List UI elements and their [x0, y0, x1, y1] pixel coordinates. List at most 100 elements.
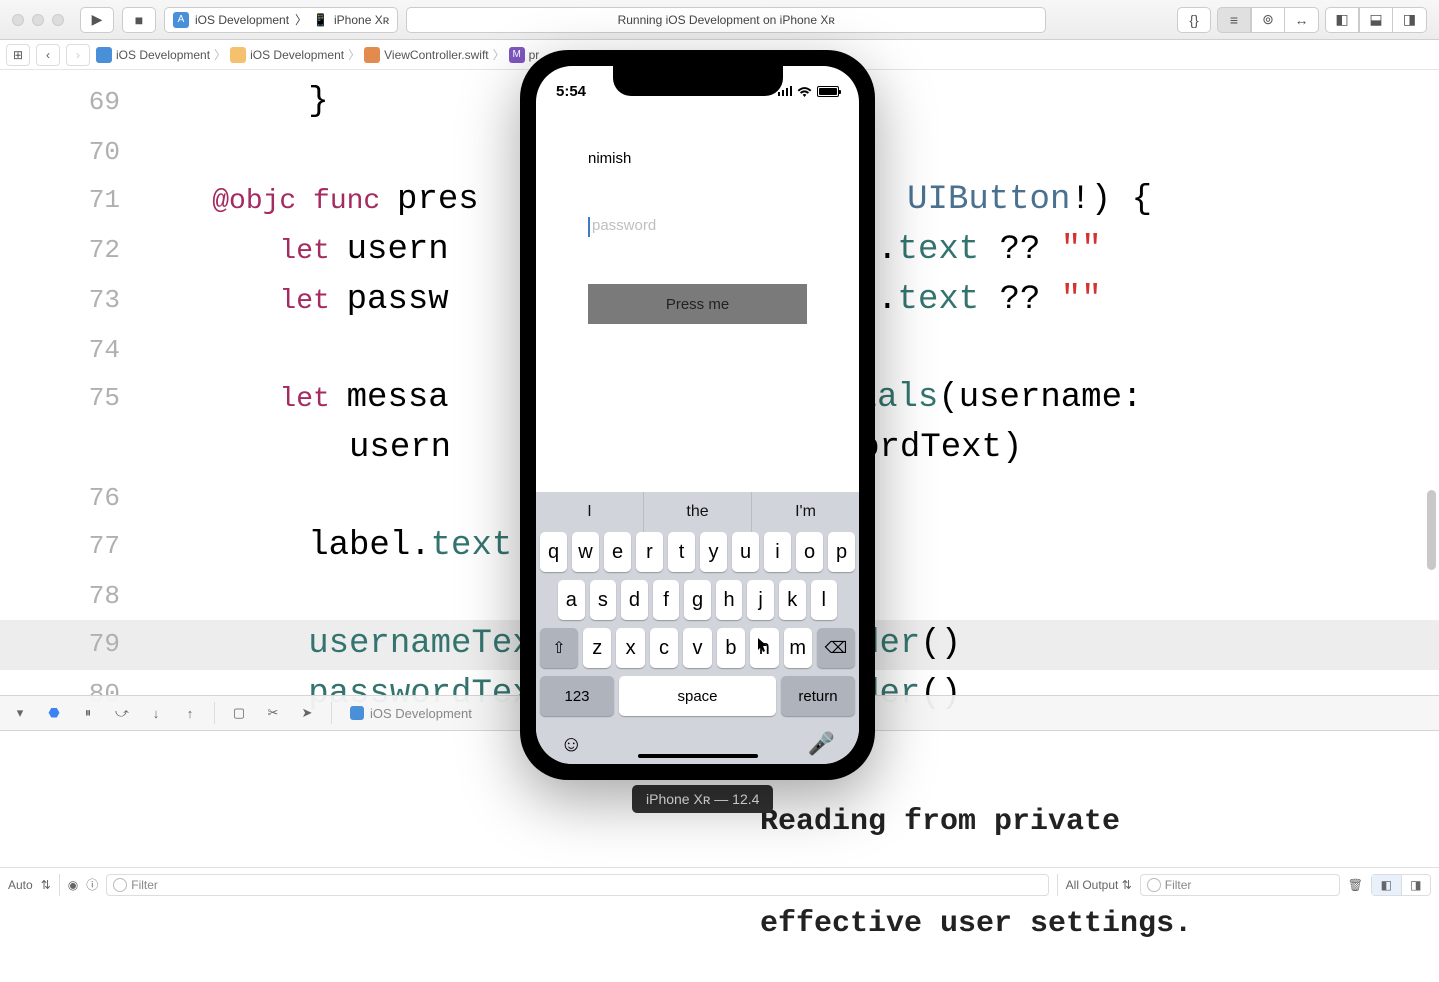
breadcrumb-symbol[interactable]: M pr [509, 47, 540, 63]
line-number: 76 [0, 474, 145, 522]
key-shift[interactable]: ⇧ [540, 628, 578, 668]
key-f[interactable]: f [653, 580, 680, 620]
key-w[interactable]: w [572, 532, 599, 572]
line-number: 75 [0, 374, 145, 424]
breadcrumb-project[interactable]: iOS Development〉 [96, 46, 226, 63]
mic-icon[interactable]: 🎤 [808, 731, 835, 757]
method-icon: M [509, 47, 525, 63]
debug-view-icon[interactable]: ▢ [229, 705, 249, 721]
clock: 5:54 [556, 83, 586, 100]
step-out-icon[interactable]: ↑ [180, 706, 200, 721]
key-u[interactable]: u [732, 532, 759, 572]
key-b[interactable]: b [717, 628, 745, 668]
debug-target[interactable]: iOS Development [350, 706, 472, 721]
key-space[interactable]: space [619, 676, 776, 716]
run-button[interactable]: ▶ [80, 7, 114, 33]
location-icon[interactable]: ➤ [297, 705, 317, 721]
key-g[interactable]: g [684, 580, 711, 620]
emoji-icon[interactable]: ☺ [560, 731, 582, 757]
forward-button[interactable]: › [66, 44, 90, 66]
close-icon[interactable] [12, 14, 24, 26]
key-h[interactable]: h [716, 580, 743, 620]
breadcrumb-folder[interactable]: iOS Development〉 [230, 46, 360, 63]
related-items-button[interactable]: ⊞ [6, 44, 30, 66]
simulator-screen[interactable]: 5:54 nimish password Press me I the I'm [536, 66, 859, 764]
stop-button[interactable]: ■ [122, 7, 156, 33]
hide-debug-icon[interactable]: ▾ [10, 705, 30, 721]
key-d[interactable]: d [621, 580, 648, 620]
key-t[interactable]: t [668, 532, 695, 572]
editor-mode-segment: ≡ ⊚ ↔ [1217, 7, 1319, 33]
wifi-icon [797, 86, 812, 97]
version-editor-button[interactable]: ↔ [1285, 7, 1319, 33]
step-in-icon[interactable]: ↓ [146, 706, 166, 721]
password-field[interactable]: password [588, 217, 807, 234]
library-button[interactable]: {} [1177, 7, 1211, 33]
key-i[interactable]: i [764, 532, 791, 572]
key-123[interactable]: 123 [540, 676, 614, 716]
line-number: 69 [0, 78, 145, 128]
scheme-app-label: iOS Development [195, 13, 289, 27]
auto-label[interactable]: Auto [8, 878, 33, 892]
key-s[interactable]: s [590, 580, 617, 620]
console-filter[interactable]: Filter [1140, 874, 1340, 896]
key-o[interactable]: o [796, 532, 823, 572]
minimize-icon[interactable] [32, 14, 44, 26]
window-controls [12, 14, 64, 26]
left-panel-button[interactable]: ◧ [1325, 7, 1359, 33]
assistant-editor-button[interactable]: ⊚ [1251, 7, 1285, 33]
console-panel-toggle[interactable]: ◧ ◨ [1371, 874, 1431, 896]
right-half-icon[interactable]: ◨ [1402, 875, 1431, 895]
eye-icon[interactable]: ◉ [68, 878, 78, 892]
key-z[interactable]: z [583, 628, 611, 668]
mouse-cursor [758, 638, 770, 654]
step-over-icon[interactable]: ⤻ [112, 705, 132, 721]
key-x[interactable]: x [616, 628, 644, 668]
memory-icon[interactable]: ✂ [263, 705, 283, 721]
home-indicator[interactable] [638, 754, 758, 758]
key-j[interactable]: j [747, 580, 774, 620]
username-field[interactable]: nimish [588, 150, 807, 167]
key-k[interactable]: k [779, 580, 806, 620]
key-c[interactable]: c [650, 628, 678, 668]
standard-editor-button[interactable]: ≡ [1217, 7, 1251, 33]
ios-keyboard: I the I'm qwertyuiop asdfghjkl ⇧zxcvbnm⌫… [536, 492, 859, 764]
trash-icon[interactable]: 🗑 [1348, 878, 1363, 892]
key-q[interactable]: q [540, 532, 567, 572]
key-return[interactable]: return [781, 676, 855, 716]
line-number: 72 [0, 226, 145, 276]
scheme-selector[interactable]: A iOS Development 〉 📱 iPhone Xʀ [164, 7, 398, 33]
prediction-2[interactable]: the [644, 492, 752, 532]
key-e[interactable]: e [604, 532, 631, 572]
left-half-icon[interactable]: ◧ [1372, 875, 1402, 895]
back-button[interactable]: ‹ [36, 44, 60, 66]
output-selector[interactable]: All Output ⇅ [1066, 878, 1132, 892]
key-r[interactable]: r [636, 532, 663, 572]
swift-file-icon [364, 47, 380, 63]
editor-scrollbar[interactable] [1427, 490, 1436, 570]
scheme-device-label: iPhone Xʀ [334, 13, 389, 27]
key-backspace[interactable]: ⌫ [817, 628, 855, 668]
zoom-icon[interactable] [52, 14, 64, 26]
key-a[interactable]: a [558, 580, 585, 620]
right-panel-button[interactable]: ◨ [1393, 7, 1427, 33]
breakpoint-icon[interactable]: ⬣ [44, 705, 64, 721]
info-icon[interactable]: ⓘ [86, 876, 98, 893]
line-number: 71 [0, 176, 145, 226]
key-y[interactable]: y [700, 532, 727, 572]
prediction-1[interactable]: I [536, 492, 644, 532]
variables-filter[interactable]: Filter [106, 874, 1048, 896]
bottom-panel-button[interactable]: ⬓ [1359, 7, 1393, 33]
press-me-button[interactable]: Press me [588, 284, 807, 324]
pause-icon[interactable]: ⏸ [78, 705, 98, 721]
key-p[interactable]: p [828, 532, 855, 572]
breadcrumb-file[interactable]: ViewController.swift〉 [364, 46, 505, 63]
xcode-toolbar: ▶ ■ A iOS Development 〉 📱 iPhone Xʀ Runn… [0, 0, 1439, 40]
key-m[interactable]: m [784, 628, 812, 668]
simulator-device: 5:54 nimish password Press me I the I'm [520, 50, 875, 780]
key-l[interactable]: l [811, 580, 838, 620]
folder-icon [230, 47, 246, 63]
activity-status: Running iOS Development on iPhone Xʀ [406, 7, 1046, 33]
key-v[interactable]: v [683, 628, 711, 668]
prediction-3[interactable]: I'm [752, 492, 859, 532]
